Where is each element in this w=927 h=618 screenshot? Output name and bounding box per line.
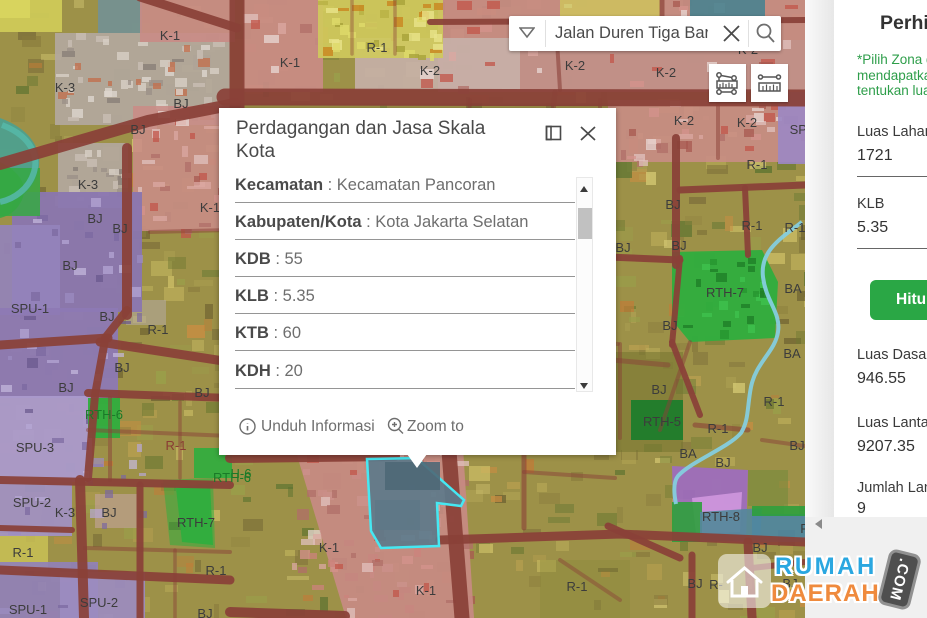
svg-text:BJ: BJ (114, 360, 129, 375)
svg-text:R-1: R-1 (166, 438, 187, 453)
svg-text:R-1: R-1 (764, 394, 785, 409)
svg-text:SPU: SPU (790, 122, 805, 137)
svg-text:R-1: R-1 (785, 220, 805, 235)
svg-text:RTH-8: RTH-8 (702, 509, 740, 524)
svg-text:BJ: BJ (671, 238, 686, 253)
svg-text:BJ: BJ (87, 211, 102, 226)
svg-text:BJ: BJ (62, 258, 77, 273)
svg-text:BJ: BJ (112, 221, 127, 236)
svg-text:BJ: BJ (197, 606, 212, 618)
svg-text:BJ: BJ (173, 96, 188, 111)
svg-text:BJ: BJ (715, 455, 730, 470)
svg-text:K-2: K-2 (565, 58, 585, 73)
svg-text:H-6: H-6 (231, 466, 252, 481)
svg-text:K-3: K-3 (55, 505, 75, 520)
svg-text:RTH-6: RTH-6 (85, 407, 123, 422)
svg-text:R-1: R-1 (367, 40, 388, 55)
svg-text:RTH-7: RTH-7 (706, 285, 744, 300)
svg-text:K-1: K-1 (416, 583, 436, 598)
svg-text:BJ: BJ (687, 576, 702, 591)
svg-text:R-1: R-1 (567, 579, 588, 594)
svg-text:SPU-2: SPU-2 (13, 495, 51, 510)
svg-text:BJ: BJ (101, 505, 116, 520)
svg-text:K-2: K-2 (656, 65, 676, 80)
svg-text:R-1: R-1 (206, 563, 227, 578)
svg-text:BJ: BJ (665, 197, 680, 212)
svg-text:BA: BA (679, 446, 697, 461)
svg-text:BJ: BJ (789, 438, 804, 453)
svg-text:K-2: K-2 (737, 115, 757, 130)
svg-text:BJ: BJ (130, 122, 145, 137)
svg-text:BJ: BJ (99, 309, 114, 324)
svg-text:SPU-3: SPU-3 (16, 440, 54, 455)
svg-text:K-1: K-1 (200, 200, 220, 215)
svg-text:RTH-5: RTH-5 (643, 414, 681, 429)
svg-text:BJ: BJ (194, 385, 209, 400)
svg-text:K-2: K-2 (674, 113, 694, 128)
svg-text:BA: BA (784, 281, 802, 296)
svg-text:SPU-1: SPU-1 (9, 602, 47, 617)
svg-text:BA: BA (783, 346, 801, 361)
svg-text:SPU-2: SPU-2 (80, 595, 118, 610)
svg-text:K-1: K-1 (160, 28, 180, 43)
svg-text:K-2: K-2 (420, 63, 440, 78)
svg-text:BJ: BJ (662, 318, 677, 333)
svg-text:R-1: R-1 (148, 322, 169, 337)
svg-text:R-1: R-1 (742, 218, 763, 233)
svg-text:RTH-7: RTH-7 (177, 515, 215, 530)
svg-text:BJ: BJ (58, 380, 73, 395)
svg-text:BJ: BJ (615, 240, 630, 255)
svg-text:BJ: BJ (651, 382, 666, 397)
svg-text:SPU-1: SPU-1 (11, 301, 49, 316)
svg-text:K-1: K-1 (319, 540, 339, 555)
svg-text:BJ: BJ (752, 540, 767, 555)
svg-text:R-1: R-1 (747, 157, 768, 172)
svg-text:K-1: K-1 (280, 55, 300, 70)
svg-text:R-1: R-1 (708, 421, 729, 436)
svg-text:R-1: R-1 (13, 545, 34, 560)
svg-text:K-3: K-3 (55, 80, 75, 95)
svg-text:K-3: K-3 (78, 177, 98, 192)
